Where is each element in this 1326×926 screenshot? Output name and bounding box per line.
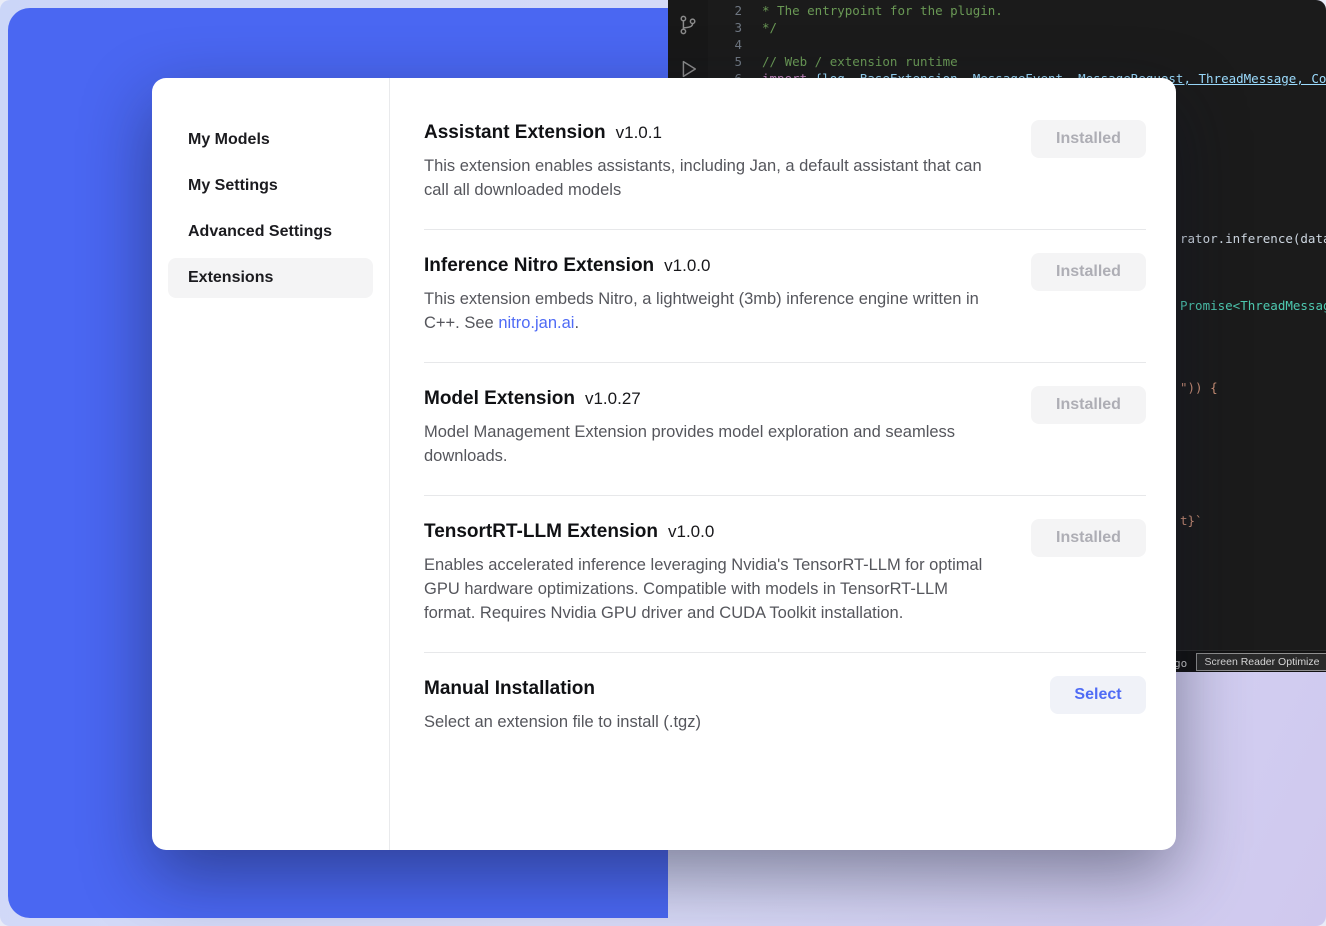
extension-row: Assistant Extension v1.0.1 This extension…	[424, 108, 1146, 229]
page: 2* The entrypoint for the plugin. 3*/ 4 …	[0, 0, 1326, 926]
sidebar-item-extensions[interactable]: Extensions	[168, 258, 373, 298]
settings-modal: My Models My Settings Advanced Settings …	[152, 78, 1176, 850]
settings-sidebar: My Models My Settings Advanced Settings …	[152, 78, 390, 850]
code-comment: */	[762, 20, 777, 35]
line-number: 5	[716, 53, 742, 70]
extension-description: This extension enables assistants, inclu…	[424, 154, 1002, 202]
extension-title: TensortRT-LLM Extension	[424, 521, 658, 542]
select-file-button[interactable]: Select	[1050, 676, 1146, 714]
extension-description: This extension embeds Nitro, a lightweig…	[424, 287, 1002, 335]
manual-installation-row: Manual Installation Select an extension …	[424, 653, 1146, 761]
screen-reader-optimize-button[interactable]: Screen Reader Optimize	[1196, 653, 1326, 671]
extension-title: Assistant Extension	[424, 122, 606, 143]
source-control-icon[interactable]	[677, 14, 699, 40]
code-fragment: ")) {	[1180, 379, 1218, 396]
extension-version: v1.0.1	[616, 123, 662, 142]
sidebar-item-advanced-settings[interactable]: Advanced Settings	[168, 212, 373, 252]
line-number: 3	[716, 19, 742, 36]
installed-button[interactable]: Installed	[1031, 519, 1146, 557]
code-fragment: t}`	[1180, 512, 1203, 529]
extension-heading: TensortRT-LLM Extension v1.0.0	[424, 521, 1002, 543]
extensions-panel: Assistant Extension v1.0.1 This extension…	[390, 78, 1176, 850]
extension-version: v1.0.27	[585, 389, 641, 408]
installed-button[interactable]: Installed	[1031, 120, 1146, 158]
extension-title: Inference Nitro Extension	[424, 255, 654, 276]
extension-heading: Model Extension v1.0.27	[424, 388, 1002, 410]
sidebar-item-my-models[interactable]: My Models	[168, 120, 373, 160]
line-number: 4	[716, 36, 742, 53]
extension-version: v1.0.0	[668, 522, 714, 541]
line-number: 2	[716, 2, 742, 19]
extension-heading: Manual Installation	[424, 678, 701, 700]
extension-row: TensortRT-LLM Extension v1.0.0 Enables ac…	[424, 496, 1146, 652]
extension-title: Manual Installation	[424, 678, 595, 699]
code-area: 2* The entrypoint for the plugin. 3*/ 4 …	[716, 2, 1326, 87]
extension-row: Inference Nitro Extension v1.0.0 This ext…	[424, 230, 1146, 362]
installed-button[interactable]: Installed	[1031, 253, 1146, 291]
extension-description: Model Management Extension provides mode…	[424, 420, 1002, 468]
extension-version: v1.0.0	[664, 256, 710, 275]
code-fragment: Promise<ThreadMessage>	[1180, 297, 1326, 314]
extension-heading: Assistant Extension v1.0.1	[424, 122, 1002, 144]
installed-button[interactable]: Installed	[1031, 386, 1146, 424]
nitro-jan-ai-link[interactable]: nitro.jan.ai	[498, 314, 574, 332]
code-fragment: rator.inference(data));	[1180, 230, 1326, 247]
extension-description: Select an extension file to install (.tg…	[424, 710, 701, 734]
extension-description: Enables accelerated inference leveraging…	[424, 553, 1002, 625]
sidebar-item-my-settings[interactable]: My Settings	[168, 166, 373, 206]
extension-row: Model Extension v1.0.27 Model Management …	[424, 363, 1146, 495]
code-comment: // Web / extension runtime	[762, 54, 958, 69]
extension-heading: Inference Nitro Extension v1.0.0	[424, 255, 1002, 277]
code-comment: * The entrypoint for the plugin.	[762, 3, 1003, 18]
description-text: .	[574, 314, 579, 332]
extension-title: Model Extension	[424, 388, 575, 409]
